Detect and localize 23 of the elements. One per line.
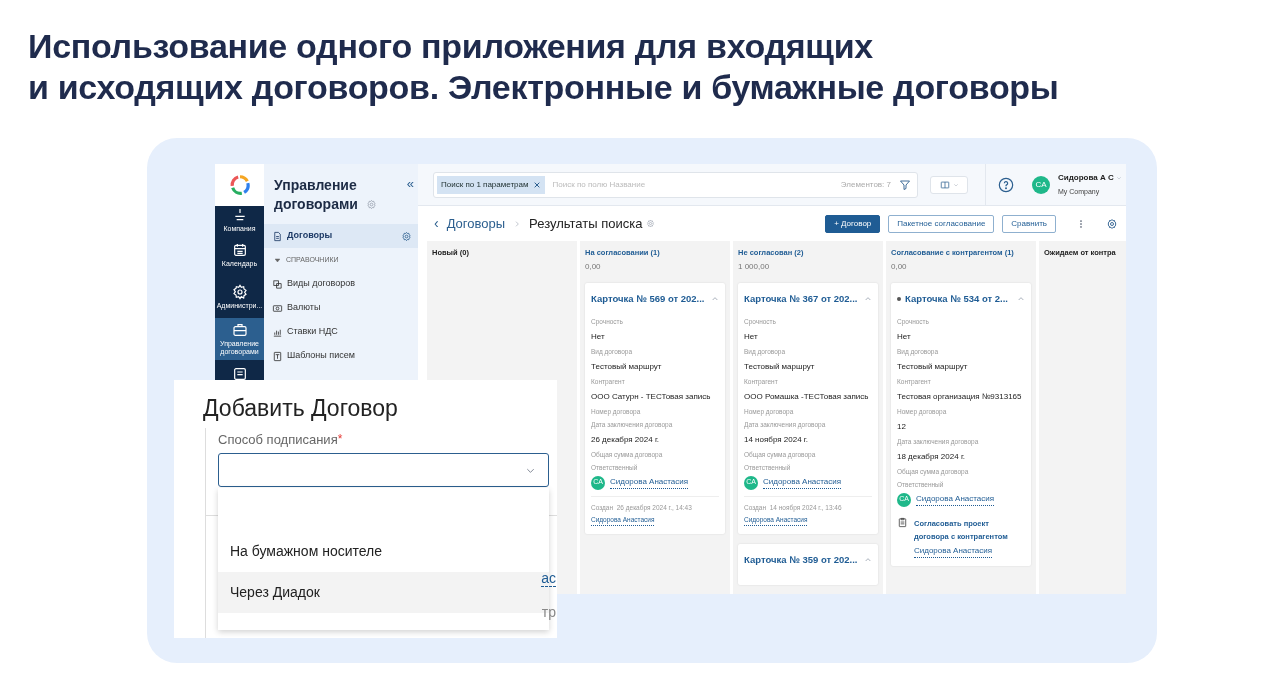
- field-value: 14 ноября 2024 г.: [744, 433, 809, 446]
- field-value: ООО Сатурн - ТЕСТовая запись: [591, 390, 712, 403]
- field-value: Нет: [591, 330, 606, 343]
- dialog-title: Добавить Договор: [203, 394, 398, 423]
- field-value: Тестовая организация №9313165: [897, 390, 1023, 403]
- field-value: Нет: [897, 330, 912, 343]
- slide-heading-line: и исходящих договоров. Электронные и бумажные договоры: [28, 67, 1060, 108]
- field-value: 18 декабря 2024 г.: [897, 450, 967, 463]
- field-value: Нет: [744, 330, 759, 343]
- column-sum: 0,00: [585, 261, 602, 274]
- field-value: Тестовый маршрут: [897, 360, 969, 373]
- slide-heading-line: Использование одного приложения для входящих: [28, 26, 874, 67]
- field-value: 12: [897, 420, 907, 433]
- page-title: Результаты поиска: [529, 214, 643, 233]
- field-label: Способ подписания*: [218, 431, 343, 449]
- column-sum: 0,00: [891, 261, 908, 274]
- field-value: Тестовый маршрут: [591, 360, 663, 373]
- column-sum: 1 000,00: [738, 261, 771, 274]
- sidebar-title: Управление договорами: [274, 176, 359, 214]
- field-value: Тестовый маршрут: [744, 360, 816, 373]
- link-fragment: ас: [541, 570, 556, 587]
- field-value: ООО Ромашка -ТЕСТовая запись: [744, 390, 870, 403]
- field-value: 26 декабря 2024 г.: [591, 433, 661, 446]
